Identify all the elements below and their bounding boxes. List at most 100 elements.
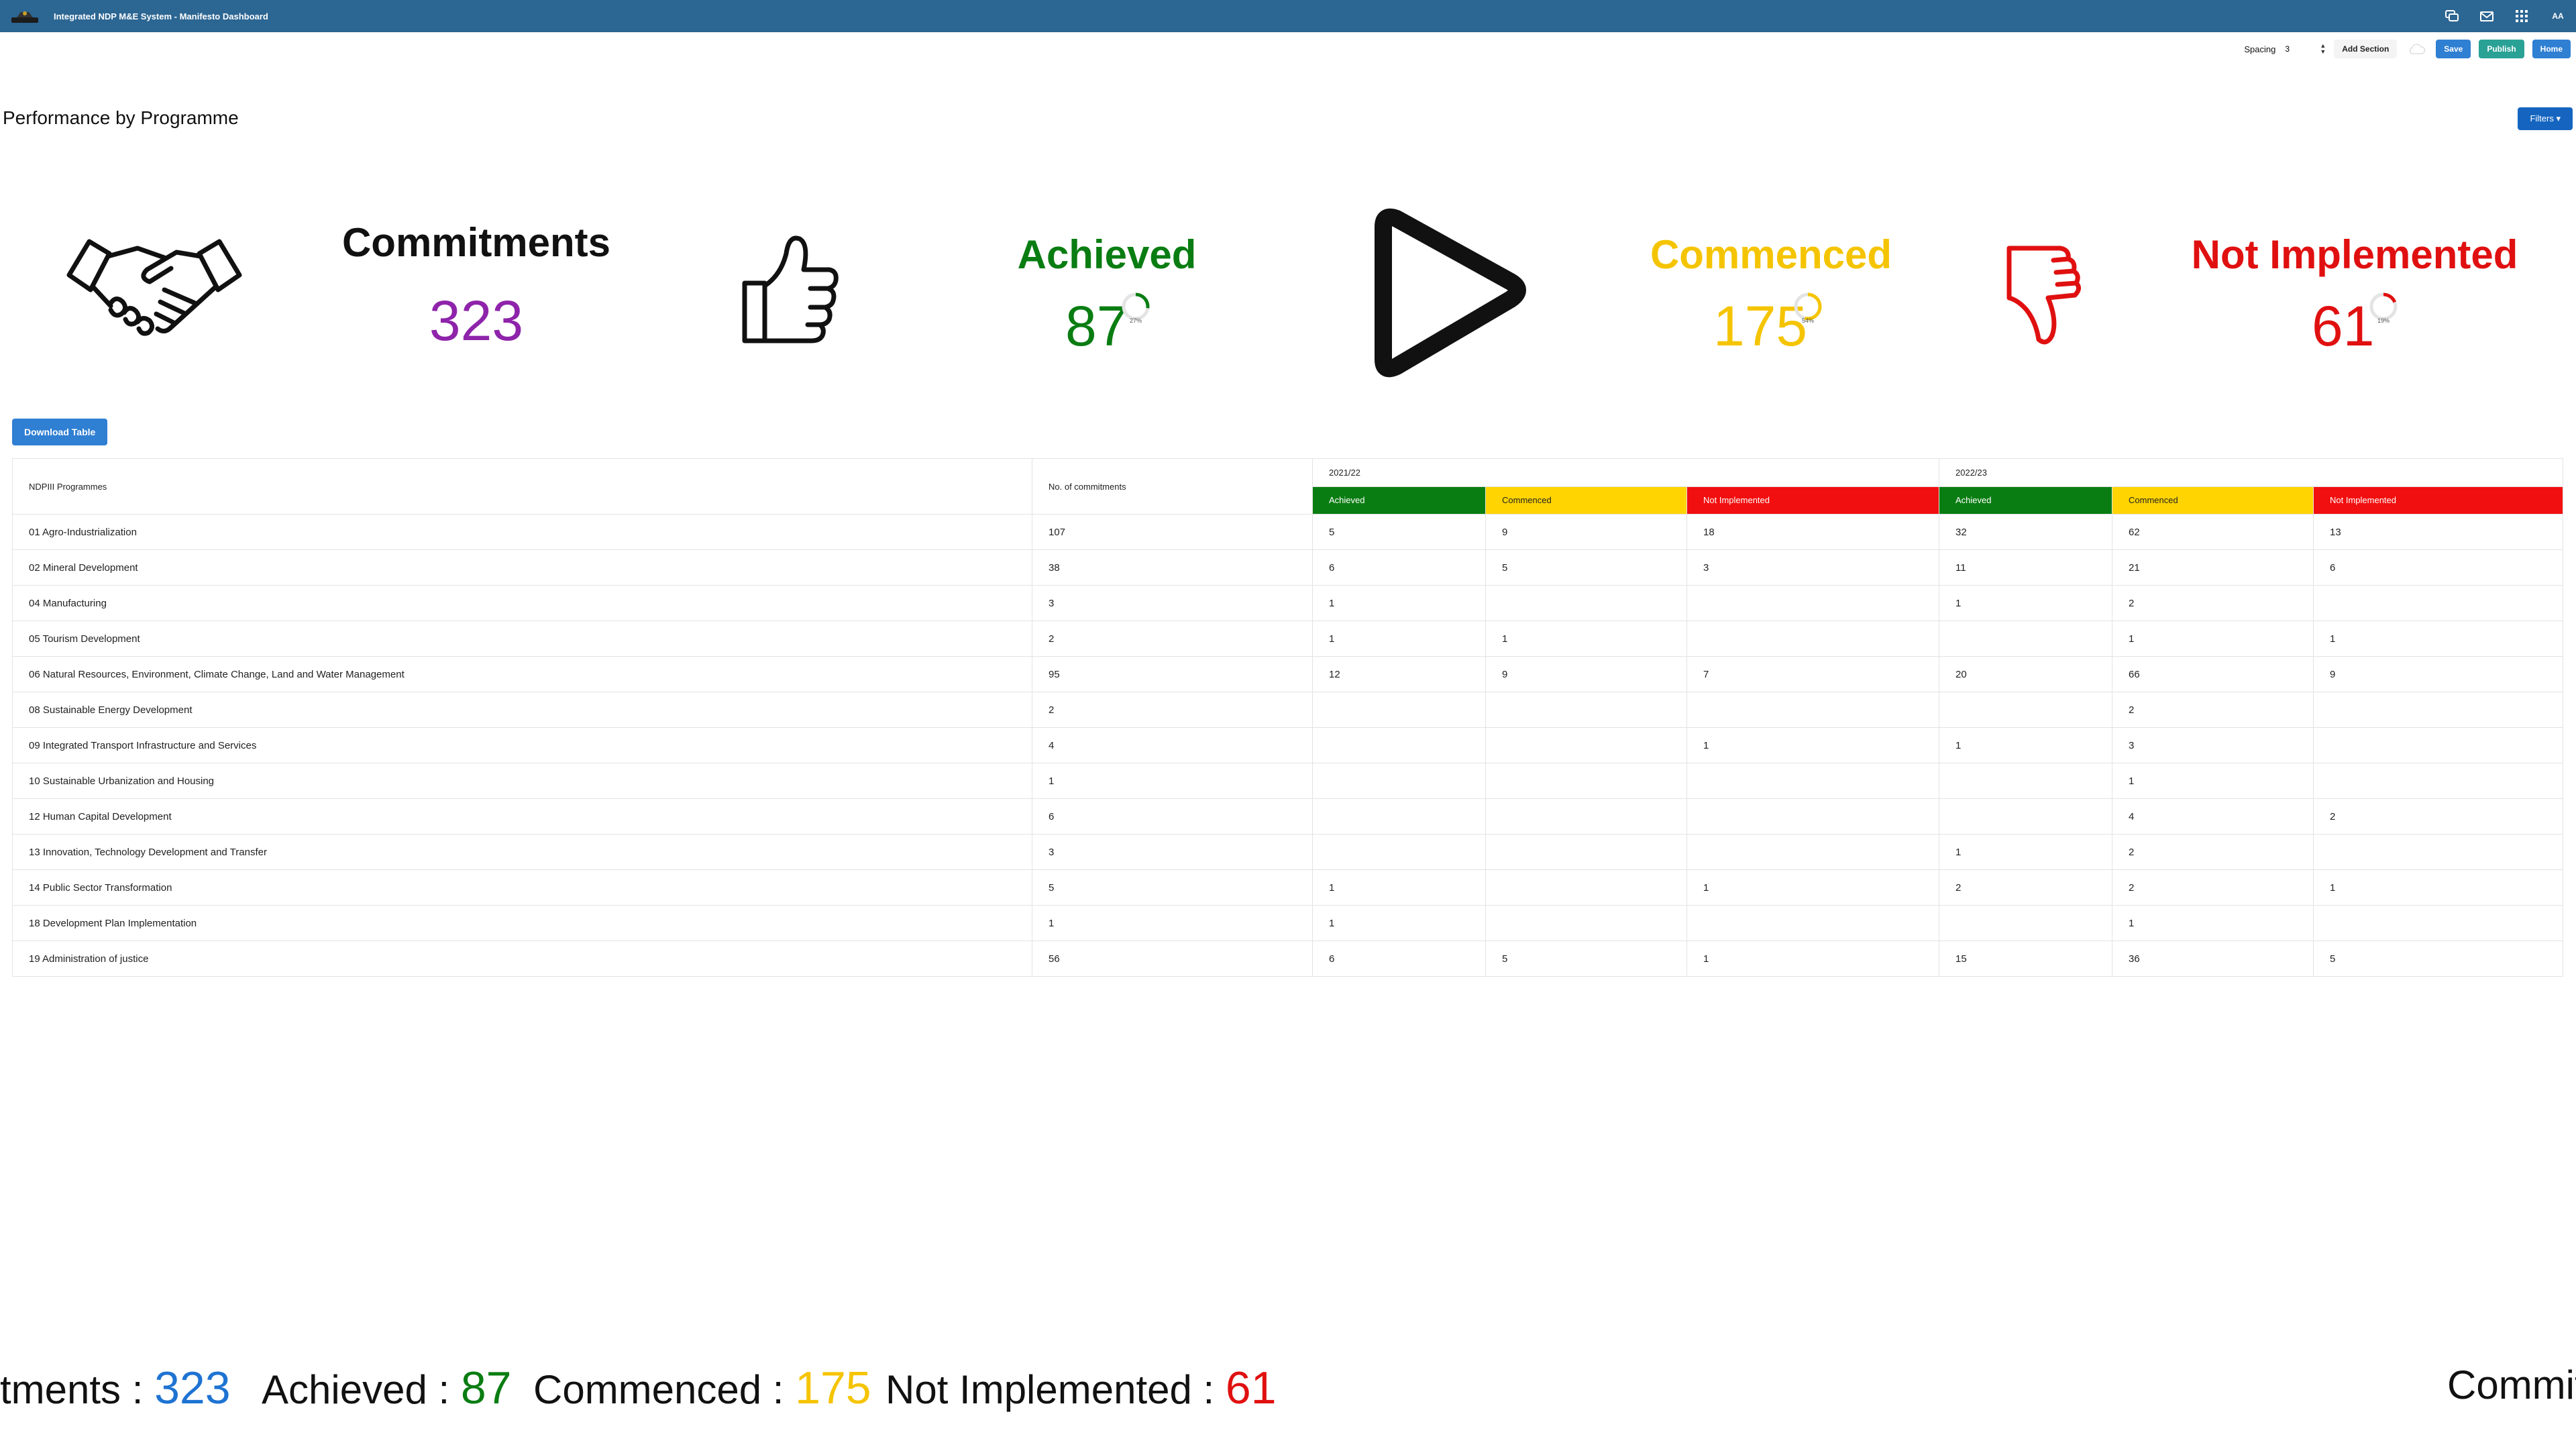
table-cell: 3	[1032, 834, 1313, 870]
table-cell	[1485, 763, 1687, 799]
app-logo-icon[interactable]	[8, 6, 42, 26]
table-cell: 38	[1032, 549, 1313, 586]
table-cell: 9	[1485, 514, 1687, 550]
download-table-button[interactable]: Download Table	[12, 419, 108, 445]
mail-icon[interactable]	[2478, 7, 2496, 25]
spacing-stepper[interactable]: ▲▼	[2284, 41, 2326, 57]
header-achieved-2022-23: Achieved	[1939, 486, 2112, 515]
table-cell	[1686, 905, 1939, 941]
table-cell: 09 Integrated Transport Infrastructure a…	[12, 727, 1032, 763]
header-achieved-2021-22: Achieved	[1312, 486, 1486, 515]
table-cell: 9	[1485, 656, 1687, 692]
table-cell: 02 Mineral Development	[12, 549, 1032, 586]
ticker-item-commitments-repeat: Commit	[2447, 1362, 2576, 1408]
page-title: Performance by Programme	[3, 107, 239, 128]
commenced-label: Commenced	[1597, 231, 1945, 278]
table-cell	[1485, 834, 1687, 870]
ticker-label: Achieved :	[262, 1367, 461, 1412]
table-row: 19 Administration of justice 56 6 5 1 15 36 5	[12, 941, 2563, 977]
ticker-value: 323	[154, 1362, 231, 1413]
table-row: 10 Sustainable Urbanization and Housing 1…	[12, 763, 2563, 799]
table-cell: 15	[1939, 941, 2112, 977]
ticker-label: Not Implemented :	[885, 1367, 1226, 1412]
table-cell: 2	[2313, 798, 2563, 835]
achieved-percent-gauge: 27%	[1119, 290, 1152, 324]
achieved-percent-text: 27%	[1129, 317, 1142, 324]
thumbs-down-icon	[1996, 241, 2083, 352]
table-row: 18 Development Plan Implementation 1 1 1	[12, 905, 2563, 941]
table-cell: 2	[2112, 692, 2314, 728]
table-cell: 3	[1686, 549, 1939, 586]
spacing-stepper-arrows-icon[interactable]: ▲ ▼	[2320, 43, 2326, 55]
commenced-percent-gauge: 54%	[1791, 290, 1825, 324]
save-button[interactable]: Save	[2436, 40, 2471, 58]
table-cell: 20	[1939, 656, 2112, 692]
cloud-sync-icon	[2405, 42, 2428, 56]
table-cell	[2313, 763, 2563, 799]
table-cell: 5	[1485, 941, 1687, 977]
table-cell: 2	[1032, 621, 1313, 657]
add-section-button[interactable]: Add Section	[2334, 40, 2398, 58]
table-cell: 13	[2313, 514, 2563, 550]
table-cell: 95	[1032, 656, 1313, 692]
table-cell: 6	[1032, 798, 1313, 835]
table-cell	[2313, 727, 2563, 763]
not-implemented-percent-text: 19%	[2377, 317, 2390, 324]
header-not-implemented-2022-23: Not Implemented	[2313, 486, 2563, 515]
table-cell: 5	[1032, 869, 1313, 906]
table-row: 13 Innovation, Technology Development an…	[12, 834, 2563, 870]
table-cell: 1	[1939, 585, 2112, 621]
spacing-input[interactable]	[2284, 41, 2316, 57]
table-cell: 12	[1312, 656, 1486, 692]
table-row: 01 Agro-Industrialization 107 5 9 18 32 62 13	[12, 514, 2563, 550]
not-implemented-label-text: Not Implemented	[2191, 232, 2518, 277]
dashboard-toolbar: Spacing ▲▼ Add Section Save Publish Home	[2244, 39, 2571, 59]
header-year-2022-23: 2022/23	[1939, 458, 2563, 487]
achieved-label: Achieved	[939, 231, 1275, 278]
table-cell	[1939, 692, 2112, 728]
apps-grid-icon[interactable]	[2513, 7, 2530, 25]
table-cell	[1485, 905, 1687, 941]
table-cell: 19 Administration of justice	[12, 941, 1032, 977]
table-cell: 1	[2112, 621, 2314, 657]
table-cell: 2	[1939, 869, 2112, 906]
table-cell: 107	[1032, 514, 1313, 550]
table-cell: 1	[1312, 869, 1486, 906]
table-cell: 1	[1686, 727, 1939, 763]
filters-label: Filters	[2530, 113, 2554, 123]
table-cell: 1	[2112, 905, 2314, 941]
table-cell: 5	[2313, 941, 2563, 977]
table-row: 06 Natural Resources, Environment, Clima…	[12, 656, 2563, 692]
table-cell: 56	[1032, 941, 1313, 977]
not-implemented-label: Not Implemented	[2180, 231, 2529, 278]
ticker-value: 175	[795, 1362, 871, 1413]
chevron-down-icon: ▾	[2556, 113, 2561, 123]
ticker-value: 61	[1225, 1362, 1277, 1413]
header-not-implemented-2021-22: Not Implemented	[1686, 486, 1939, 515]
table-cell: 04 Manufacturing	[12, 585, 1032, 621]
header-commenced-2022-23: Commenced	[2112, 486, 2314, 515]
table-row: 09 Integrated Transport Infrastructure a…	[12, 727, 2563, 763]
filters-button[interactable]: Filters ▾	[2518, 107, 2573, 130]
table-cell	[2313, 834, 2563, 870]
home-button[interactable]: Home	[2532, 40, 2571, 58]
table-cell: 06 Natural Resources, Environment, Clima…	[12, 656, 1032, 692]
table-cell: 1	[1312, 585, 1486, 621]
table-cell	[1939, 763, 2112, 799]
ticker-item-achieved: Achieved : 87	[262, 1362, 511, 1414]
table-cell: 7	[1686, 656, 1939, 692]
commenced-label-text: Commenced	[1650, 232, 1892, 277]
table-cell: 1	[1939, 727, 2112, 763]
user-avatar[interactable]: AA	[2548, 6, 2568, 26]
table-cell: 18 Development Plan Implementation	[12, 905, 1032, 941]
table-cell: 9	[2313, 656, 2563, 692]
table-cell	[1939, 621, 2112, 657]
table-cell	[1485, 798, 1687, 835]
table-cell: 2	[2112, 834, 2314, 870]
chat-icon[interactable]	[2443, 7, 2461, 25]
handshake-icon	[64, 228, 245, 345]
table-cell	[1686, 692, 1939, 728]
publish-button[interactable]: Publish	[2479, 40, 2524, 58]
table-cell	[1312, 692, 1486, 728]
table-cell: 13 Innovation, Technology Development an…	[12, 834, 1032, 870]
